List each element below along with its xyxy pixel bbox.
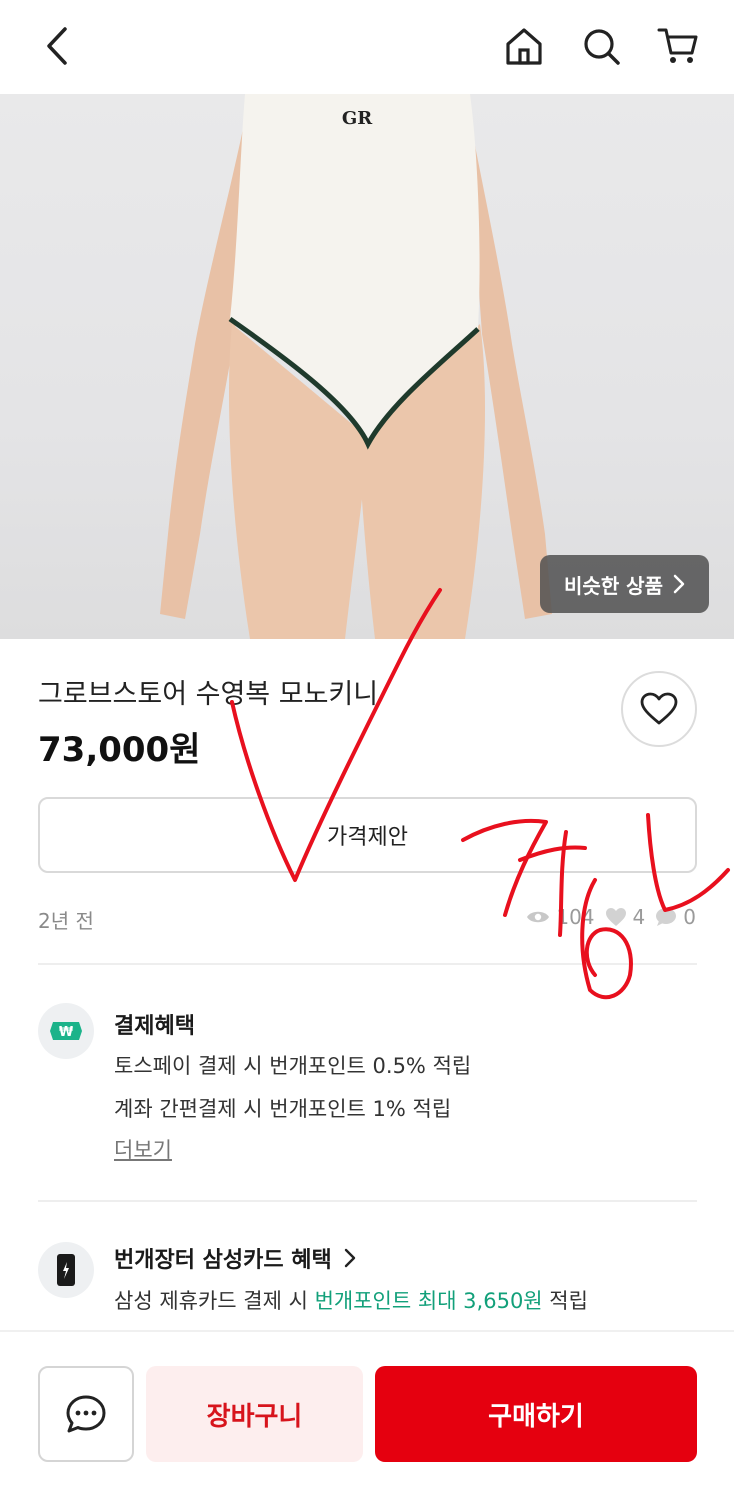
chat-button[interactable] xyxy=(38,1366,134,1462)
back-button[interactable] xyxy=(32,20,84,72)
chats-stat: 0 xyxy=(655,905,696,929)
chevron-right-icon xyxy=(344,1248,355,1268)
product-price: 73,000원 xyxy=(38,730,201,770)
similar-products-button[interactable]: 비슷한 상품 xyxy=(540,555,709,613)
heart-icon xyxy=(640,692,678,725)
product-image[interactable]: GR 비슷한 상품 xyxy=(0,94,734,639)
swimsuit-logo: GR xyxy=(342,108,373,129)
card-benefit-suffix: 적립 xyxy=(542,1289,588,1313)
price-offer-label: 가격제안 xyxy=(327,825,408,850)
similar-products-label: 비슷한 상품 xyxy=(564,573,663,598)
more-link[interactable]: 더보기 xyxy=(114,1134,172,1164)
section-divider xyxy=(38,963,697,965)
payment-benefit-line: 계좌 간편결제 시 번개포인트 1% 적립 xyxy=(114,1097,452,1121)
likes-count: 4 xyxy=(632,905,646,929)
chevron-left-icon xyxy=(47,27,67,65)
posted-time: 2년 전 xyxy=(38,909,94,933)
svg-text:₩: ₩ xyxy=(59,1025,74,1040)
add-to-cart-label: 장바구니 xyxy=(206,1401,303,1432)
likes-stat: 4 xyxy=(605,905,646,929)
like-button[interactable] xyxy=(621,671,697,747)
views-count: 104 xyxy=(556,905,595,929)
cart-button[interactable] xyxy=(652,20,704,72)
cart-icon xyxy=(657,28,698,63)
card-benefit-title: 번개장터 삼성카드 혜택 xyxy=(114,1248,332,1273)
eye-icon xyxy=(527,911,550,923)
card-benefit-icon xyxy=(38,1242,94,1298)
section-divider xyxy=(38,1200,697,1202)
card-benefit-highlight: 번개포인트 최대 3,650원 xyxy=(314,1289,543,1313)
search-button[interactable] xyxy=(575,20,627,72)
payment-benefit-title: 결제혜택 xyxy=(114,1014,195,1039)
card-benefit-line: 삼성 제휴카드 결제 시 번개포인트 최대 3,650원 적립 xyxy=(114,1285,588,1315)
home-button[interactable] xyxy=(498,20,550,72)
top-navigation-bar xyxy=(0,0,734,94)
card-benefit-prefix: 삼성 제휴카드 결제 시 xyxy=(114,1289,315,1313)
search-icon xyxy=(584,29,620,65)
chevron-right-icon xyxy=(673,574,685,594)
chat-bubble-icon xyxy=(656,908,677,926)
views-stat: 104 xyxy=(526,905,595,929)
price-offer-button[interactable]: 가격제안 xyxy=(38,797,697,873)
payment-benefit-line: 토스페이 결제 시 번개포인트 0.5% 적립 xyxy=(114,1054,472,1078)
product-stats: 104 4 0 xyxy=(526,905,696,929)
buy-now-label: 구매하기 xyxy=(488,1401,584,1432)
won-card-icon: ₩ xyxy=(50,1022,82,1040)
payment-benefit-icon: ₩ xyxy=(38,1003,94,1059)
heart-filled-icon xyxy=(605,908,626,926)
product-title: 그로브스토어 수영복 모노키니 xyxy=(38,679,379,710)
chat-icon xyxy=(66,1395,106,1433)
chats-count: 0 xyxy=(683,905,696,929)
buy-now-button[interactable]: 구매하기 xyxy=(375,1366,697,1462)
card-benefit-title-link[interactable]: 번개장터 삼성카드 혜택 xyxy=(114,1242,356,1274)
home-icon xyxy=(506,28,542,65)
add-to-cart-button[interactable]: 장바구니 xyxy=(146,1366,363,1462)
card-icon xyxy=(57,1254,75,1286)
